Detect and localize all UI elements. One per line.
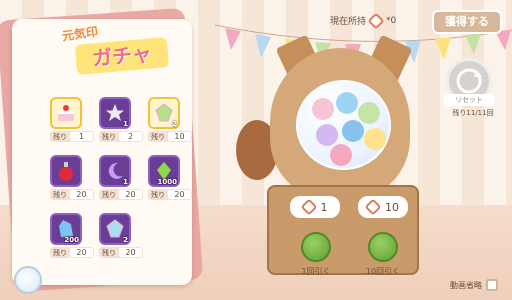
prize-item[interactable]: 1 残り 20 xyxy=(99,155,143,200)
ticket-icon xyxy=(364,198,382,216)
remaining-count: 20 xyxy=(168,190,191,199)
gem-icon: 2 xyxy=(148,97,180,129)
star-icon: 1 xyxy=(99,97,131,129)
ticket-icon xyxy=(367,12,385,29)
remaining-count: 2 xyxy=(119,132,142,141)
capsule xyxy=(364,128,386,150)
remaining-count: 20 xyxy=(70,248,93,257)
remaining-count: 1 xyxy=(70,132,93,141)
prize-item[interactable]: 残り 20 xyxy=(50,155,94,200)
capsule xyxy=(330,144,352,166)
rainbow-gem-icon: 2 xyxy=(99,213,131,245)
possession-value: *0 xyxy=(386,15,397,26)
gacha-title: 元気印 ガチャ xyxy=(58,23,170,75)
capsule xyxy=(358,102,380,124)
remaining-count: 20 xyxy=(119,248,142,257)
prize-item[interactable]: 2 残り 20 xyxy=(99,213,143,258)
pull-one-cost: 1 xyxy=(290,196,340,218)
cake-icon xyxy=(50,97,82,129)
remaining-count: 20 xyxy=(70,190,93,199)
prize-item[interactable]: 1000 残り 20 xyxy=(148,155,192,200)
capsule xyxy=(312,98,334,120)
remaining-count: 10 xyxy=(168,132,191,141)
prize-item[interactable]: 残り 1 xyxy=(50,97,94,142)
pull-ten-label: 10回引く xyxy=(365,267,401,276)
prize-item[interactable]: 1 残り 2 xyxy=(99,97,143,142)
title-big: ガチャ xyxy=(74,37,170,75)
title-small: 元気印 xyxy=(61,24,99,44)
blue-crystal-icon: 200 xyxy=(50,213,82,245)
reset-remaining: 残り11/11回 xyxy=(452,109,494,117)
acquire-button[interactable]: 獲得する xyxy=(432,10,502,34)
skip-video-checkbox[interactable] xyxy=(486,279,498,291)
ticket-icon xyxy=(300,198,317,216)
capsule xyxy=(316,124,338,146)
skip-video-toggle[interactable]: 動画省略 xyxy=(450,279,498,291)
green-crystal-icon: 1000 xyxy=(148,155,180,187)
possession-display: 現在所持 *0 xyxy=(330,12,397,29)
prize-item[interactable]: 200 残り 20 xyxy=(50,213,94,258)
reset-label: リセット xyxy=(443,94,495,106)
skip-video-label: 動画省略 xyxy=(450,280,482,290)
pull-one-button[interactable] xyxy=(301,232,331,262)
potion-icon xyxy=(50,155,82,187)
possession-label: 現在所持 xyxy=(330,17,367,27)
capsule xyxy=(336,92,358,114)
remaining-count: 20 xyxy=(119,190,142,199)
orb-icon xyxy=(14,266,42,294)
capsule xyxy=(342,120,364,142)
pull-one-label: 1回引く xyxy=(301,267,331,276)
pull-ten-cost: 10 xyxy=(358,196,408,218)
moon-icon: 1 xyxy=(99,155,131,187)
prize-item[interactable]: 2 残り 10 xyxy=(148,97,192,142)
pull-ten-button[interactable] xyxy=(368,232,398,262)
